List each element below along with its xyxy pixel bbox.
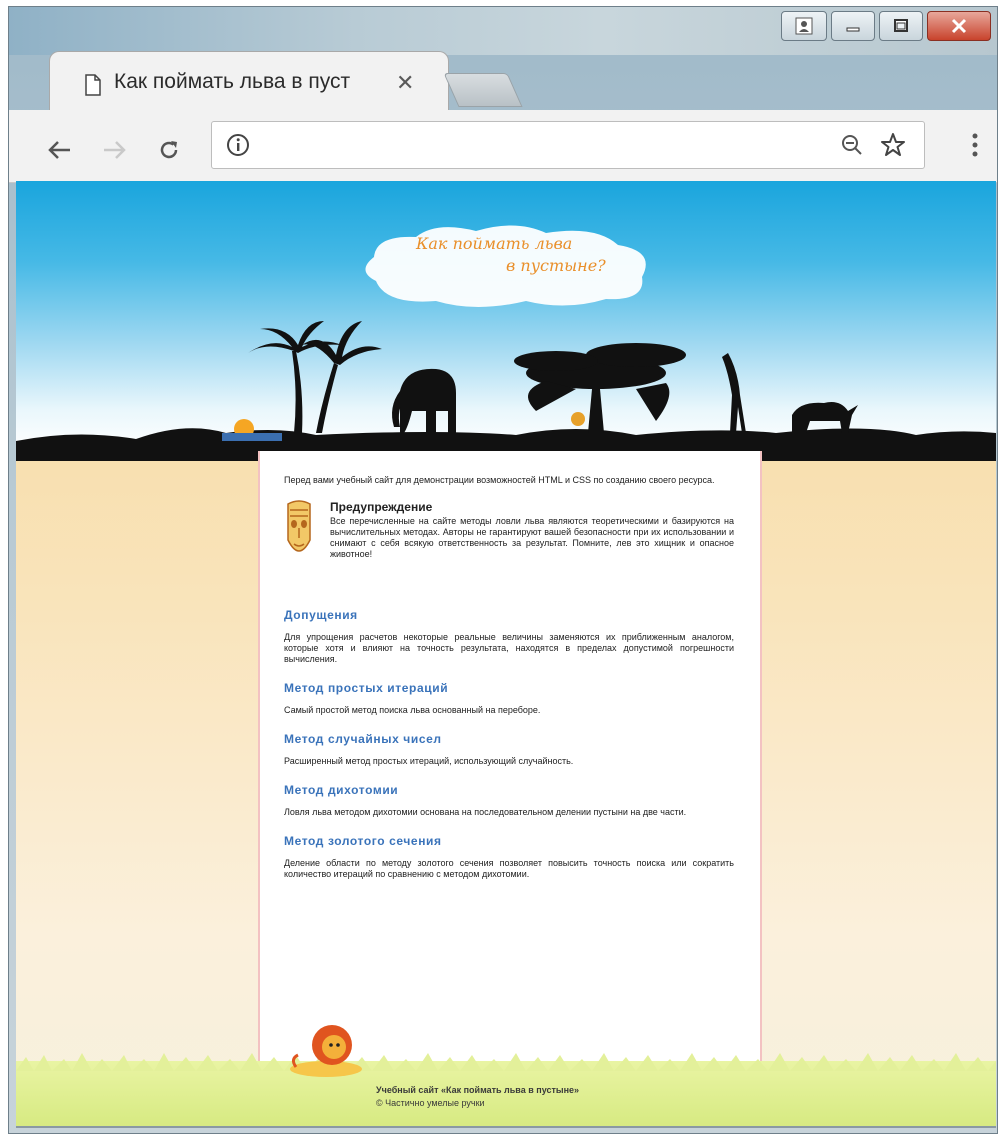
- section-text-assumptions: Для упрощения расчетов некоторые реальны…: [284, 632, 734, 664]
- new-tab-button[interactable]: [443, 73, 523, 107]
- section-heading-random-numbers: Метод случайных чисел: [284, 732, 442, 746]
- intro-text: Перед вами учебный сайт для демонстрации…: [284, 475, 715, 485]
- warning-title: Предупреждение: [330, 500, 433, 514]
- toolbar: [9, 110, 997, 183]
- forward-button[interactable]: [97, 132, 133, 168]
- page-viewport: Как поймать льва в пустыне? Перед вами у…: [16, 181, 996, 1126]
- minimize-button[interactable]: [831, 11, 875, 41]
- info-icon[interactable]: [226, 133, 250, 157]
- address-input[interactable]: [272, 130, 836, 162]
- window-close-button[interactable]: [927, 11, 991, 41]
- section-text-dichotomy: Ловля льва методом дихотомии основана на…: [284, 807, 687, 817]
- logo-title[interactable]: Как поймать льва в пустыне?: [416, 233, 636, 277]
- window-controls: [781, 11, 991, 41]
- content-inner: Перед вами учебный сайт для демонстрации…: [284, 475, 734, 880]
- section-heading-golden-section: Метод золотого сечения: [284, 834, 442, 848]
- tab-active[interactable]: Как поймать льва в пуст ✕: [49, 51, 449, 111]
- grass-blades: [16, 1053, 996, 1071]
- reload-icon: [160, 141, 178, 159]
- address-bar[interactable]: [211, 121, 925, 169]
- footer-line-1: Учебный сайт «Как поймать льва в пустыне…: [376, 1085, 580, 1095]
- star-icon[interactable]: [880, 132, 906, 158]
- section-heading-assumptions: Допущения: [284, 608, 358, 622]
- section-text-random-numbers: Расширенный метод простых итераций, испо…: [284, 756, 574, 766]
- close-icon[interactable]: ✕: [396, 70, 414, 96]
- zoom-out-icon[interactable]: [840, 133, 864, 157]
- logo-line-2: в пустыне?: [506, 256, 606, 275]
- tab-title: Как поймать льва в пуст: [114, 70, 351, 93]
- section-heading-simple-iterations: Метод простых итераций: [284, 681, 449, 695]
- back-button[interactable]: [41, 132, 77, 168]
- savanna-silhouette: [16, 321, 996, 461]
- document-icon: [85, 74, 101, 96]
- tribal-mask-icon: [287, 500, 311, 552]
- warning-text: Предупреждение Все перечисленные на сайт…: [330, 500, 734, 560]
- content-column: Перед вами учебный сайт для демонстрации…: [260, 451, 760, 1091]
- back-arrow-icon: [48, 141, 70, 159]
- menu-icon: [972, 133, 978, 157]
- maximize-icon: [894, 19, 908, 32]
- window-bottom-edge: [16, 1126, 996, 1128]
- menu-button[interactable]: [971, 132, 979, 163]
- maximize-button[interactable]: [879, 11, 923, 41]
- window-close-icon: [951, 18, 967, 34]
- section-text-simple-iterations: Самый простой метод поиска льва основанн…: [284, 705, 541, 715]
- logo-line-1: Как поймать льва: [416, 234, 573, 253]
- title-bar: [9, 7, 997, 55]
- section-text-golden-section: Деление области по методу золотого сечен…: [284, 858, 734, 879]
- footer-line-2: © Частично умелые ручки: [376, 1098, 485, 1108]
- user-button[interactable]: [781, 11, 827, 41]
- user-icon: [795, 17, 813, 35]
- warning-block: Предупреждение Все перечисленные на сайт…: [284, 500, 734, 592]
- reload-button[interactable]: [151, 132, 187, 168]
- minimize-icon: [846, 27, 860, 32]
- section-heading-dichotomy: Метод дихотомии: [284, 783, 399, 797]
- forward-arrow-icon: [104, 141, 126, 159]
- footer-text: Учебный сайт «Как поймать льва в пустыне…: [376, 1084, 579, 1110]
- warning-body: Все перечисленные на сайте методы ловли …: [330, 516, 734, 559]
- lion-icon: [290, 1025, 362, 1077]
